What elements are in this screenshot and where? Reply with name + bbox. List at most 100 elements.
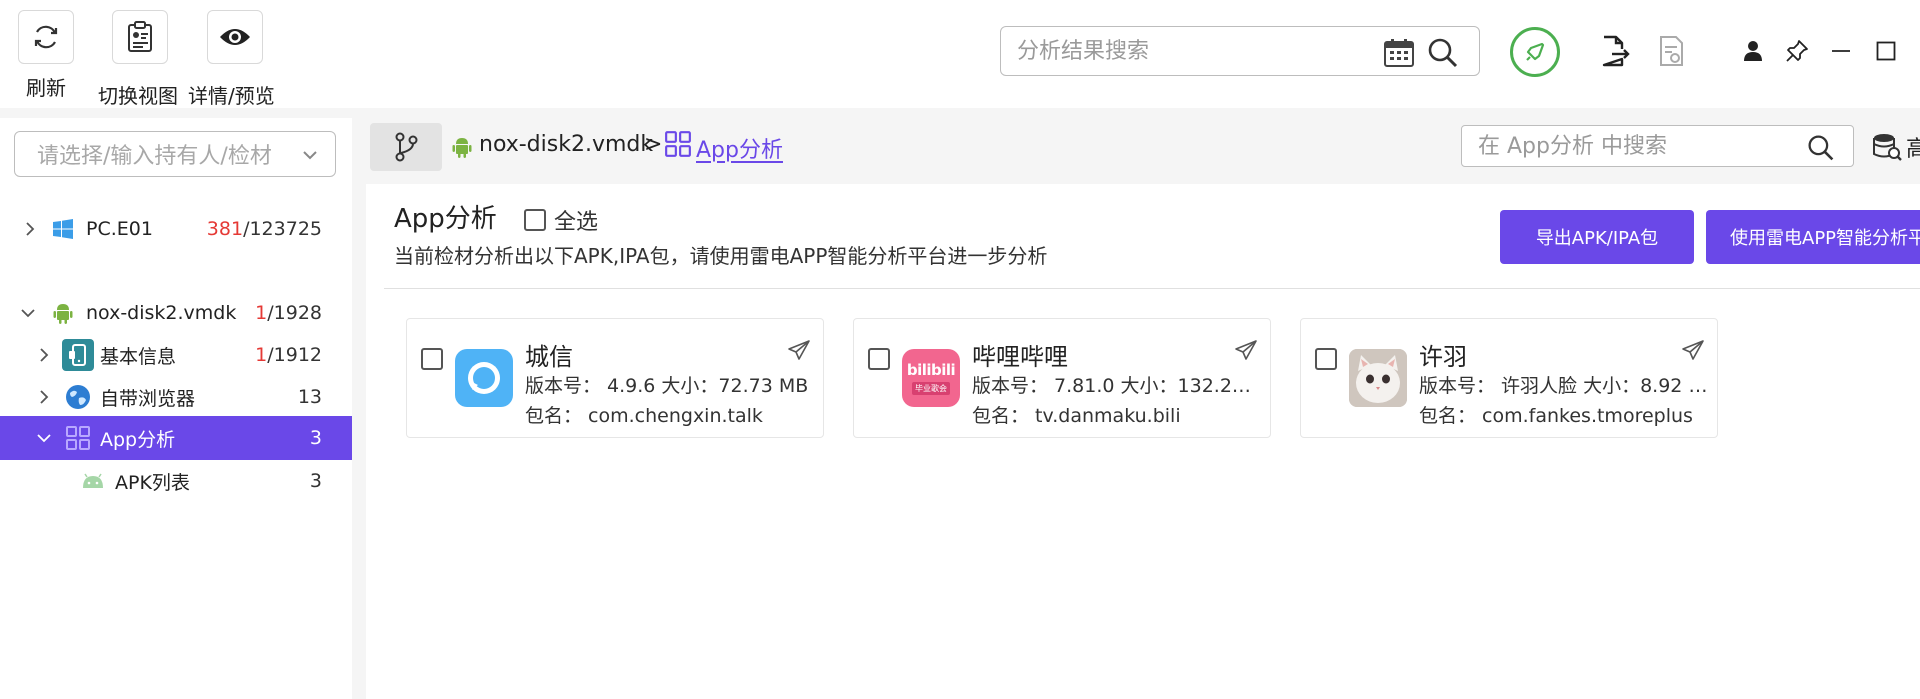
analyze-platform-button[interactable]: 使用雷电APP智能分析平台: [1706, 210, 1920, 264]
switch-view-button[interactable]: [112, 10, 168, 64]
pin-button[interactable]: [1784, 38, 1810, 64]
report-button[interactable]: [1656, 34, 1688, 68]
divider: [384, 288, 1920, 289]
select-all-checkbox[interactable]: 全选: [524, 204, 598, 236]
bilibili-logo-icon: bilibili 毕业歌会: [902, 349, 960, 407]
tree-item-count: 3: [309, 427, 322, 449]
cat-photo-icon: [1349, 349, 1407, 407]
card-checkbox[interactable]: [1315, 348, 1337, 370]
app-grid-icon: [64, 424, 92, 452]
rocket-button[interactable]: [1510, 27, 1560, 77]
owner-select[interactable]: 请选择/输入持有人/检材: [14, 131, 336, 177]
app-card-chengxin[interactable]: 城信 版本号： 4.9.6 大小：72.73 MB 包名： com.chengx…: [406, 318, 824, 438]
chevron-right-icon[interactable]: [36, 389, 52, 405]
top-toolbar: 刷新 切换视图 详情/预览 分析结果搜索: [0, 0, 1920, 108]
switch-view-label: 切换视图: [98, 84, 178, 108]
app-package: 包名： tv.danmaku.bili: [972, 405, 1181, 427]
database-search-icon[interactable]: [1872, 132, 1902, 166]
android-icon: [52, 302, 74, 324]
tree-item-basic-info[interactable]: 基本信息 1/1912: [0, 334, 352, 376]
page-title: App分析: [394, 204, 497, 234]
tree-item-count: 13: [297, 386, 322, 408]
tree-item-builtin-browser[interactable]: 自带浏览器 13: [0, 376, 352, 418]
chevron-down-icon[interactable]: [20, 305, 36, 321]
clipboard-icon: [128, 21, 152, 52]
calendar-icon[interactable]: [1383, 38, 1415, 72]
chengxin-logo-icon: [455, 349, 513, 407]
report-icon: [1660, 36, 1683, 66]
minimize-icon: [1832, 50, 1850, 52]
file-export-icon: [1602, 35, 1630, 67]
branch-button[interactable]: [370, 123, 442, 171]
app-name: 城信: [525, 343, 573, 371]
breadcrumb-disk[interactable]: nox-disk2.vmdk: [479, 132, 653, 157]
eye-icon: [220, 29, 250, 45]
tree-item-count: 1/1928: [255, 302, 322, 324]
global-search-box: [1000, 26, 1480, 76]
app-card-bilibili[interactable]: bilibili 毕业歌会 哔哩哔哩 版本号： 7.81.0 大小：132.29…: [853, 318, 1271, 438]
chevron-down-icon: [301, 145, 319, 170]
app-version-size: 版本号： 4.9.6 大小：72.73 MB: [525, 375, 809, 397]
evidence-sidebar: 请选择/输入持有人/检材 PC.E01 381/123725 nox-disk2…: [0, 118, 352, 699]
tree-item-label: App分析: [100, 428, 176, 451]
tree-item-count: 1/1912: [255, 344, 322, 366]
send-icon[interactable]: [1681, 339, 1705, 365]
globe-icon: [64, 383, 92, 411]
app-search-box: [1461, 125, 1854, 167]
refresh-button[interactable]: 刷新: [18, 10, 74, 101]
export-file-button[interactable]: [1598, 34, 1632, 68]
export-apk-button[interactable]: 导出APK/IPA包: [1500, 210, 1694, 264]
maximize-button[interactable]: [1873, 38, 1899, 64]
select-all-label: 全选: [554, 210, 599, 235]
advanced-search-label[interactable]: 高: [1906, 131, 1920, 163]
breadcrumb-bar: nox-disk2.vmdk > App分析 在 App分析 中搜索 高: [362, 118, 1920, 178]
send-icon[interactable]: [1234, 339, 1258, 365]
page-subtitle: 当前检材分析出以下APK,IPA包，请使用雷电APP智能分析平台进一步分析: [394, 244, 1048, 268]
global-search-input[interactable]: [1017, 27, 1377, 75]
app-search-input[interactable]: [1478, 126, 1778, 166]
owner-select-placeholder: 请选择/输入持有人/检材: [37, 144, 272, 169]
app-analysis-panel: App分析 全选 当前检材分析出以下APK,IPA包，请使用雷电APP智能分析平…: [366, 184, 1920, 699]
tree-item-label: nox-disk2.vmdk: [86, 302, 237, 324]
chevron-right-icon[interactable]: [36, 347, 52, 363]
card-checkbox[interactable]: [421, 348, 443, 370]
tree-item-label: APK列表: [115, 471, 190, 494]
tree-item-apk-list[interactable]: APK列表 3: [0, 460, 352, 502]
tree-item-count: 381/123725: [206, 218, 322, 240]
tree-item-count: 3: [309, 470, 322, 492]
app-version-size: 版本号： 7.81.0 大小：132.29 MB: [972, 375, 1262, 397]
tree-item-nox-disk2[interactable]: nox-disk2.vmdk 1/1928: [0, 292, 352, 334]
card-checkbox[interactable]: [868, 348, 890, 370]
rocket-icon: [1526, 42, 1545, 61]
android-icon: [80, 471, 106, 491]
app-card-xuyu[interactable]: 许羽 版本号： 许羽人脸 大小：8.92 MB 包名： com.fankes.t…: [1300, 318, 1718, 438]
chevron-right-icon[interactable]: [22, 221, 38, 237]
tree-item-app-analysis[interactable]: App分析 3: [0, 416, 352, 460]
pin-icon: [1786, 40, 1808, 62]
git-branch-icon: [395, 132, 418, 162]
user-button[interactable]: [1740, 38, 1766, 64]
tree-item-label: PC.E01: [86, 218, 153, 240]
detail-preview-label: 详情/预览: [188, 84, 275, 108]
detail-preview-button[interactable]: [207, 10, 263, 64]
app-package: 包名： com.fankes.tmoreplus: [1419, 405, 1693, 427]
device-info-icon: [62, 339, 94, 371]
android-icon: [452, 136, 472, 162]
tree-item-pc-e01[interactable]: PC.E01 381/123725: [0, 208, 352, 250]
send-icon[interactable]: [787, 339, 811, 365]
breadcrumb-current[interactable]: App分析: [696, 132, 783, 164]
maximize-icon: [1876, 41, 1896, 61]
search-icon[interactable]: [1807, 134, 1835, 166]
app-name: 许羽: [1419, 343, 1467, 371]
tree-item-label: 自带浏览器: [100, 387, 196, 410]
refresh-icon: [34, 25, 58, 49]
search-icon[interactable]: [1427, 37, 1459, 73]
minimize-button[interactable]: [1828, 40, 1854, 62]
breadcrumb-separator: >: [644, 132, 663, 157]
windows-icon: [52, 218, 74, 240]
app-name: 哔哩哔哩: [972, 343, 1068, 371]
refresh-label: 刷新: [26, 76, 66, 100]
chevron-down-icon[interactable]: [36, 430, 52, 446]
checkbox[interactable]: [524, 209, 546, 231]
app-version-size: 版本号： 许羽人脸 大小：8.92 MB: [1419, 375, 1709, 397]
